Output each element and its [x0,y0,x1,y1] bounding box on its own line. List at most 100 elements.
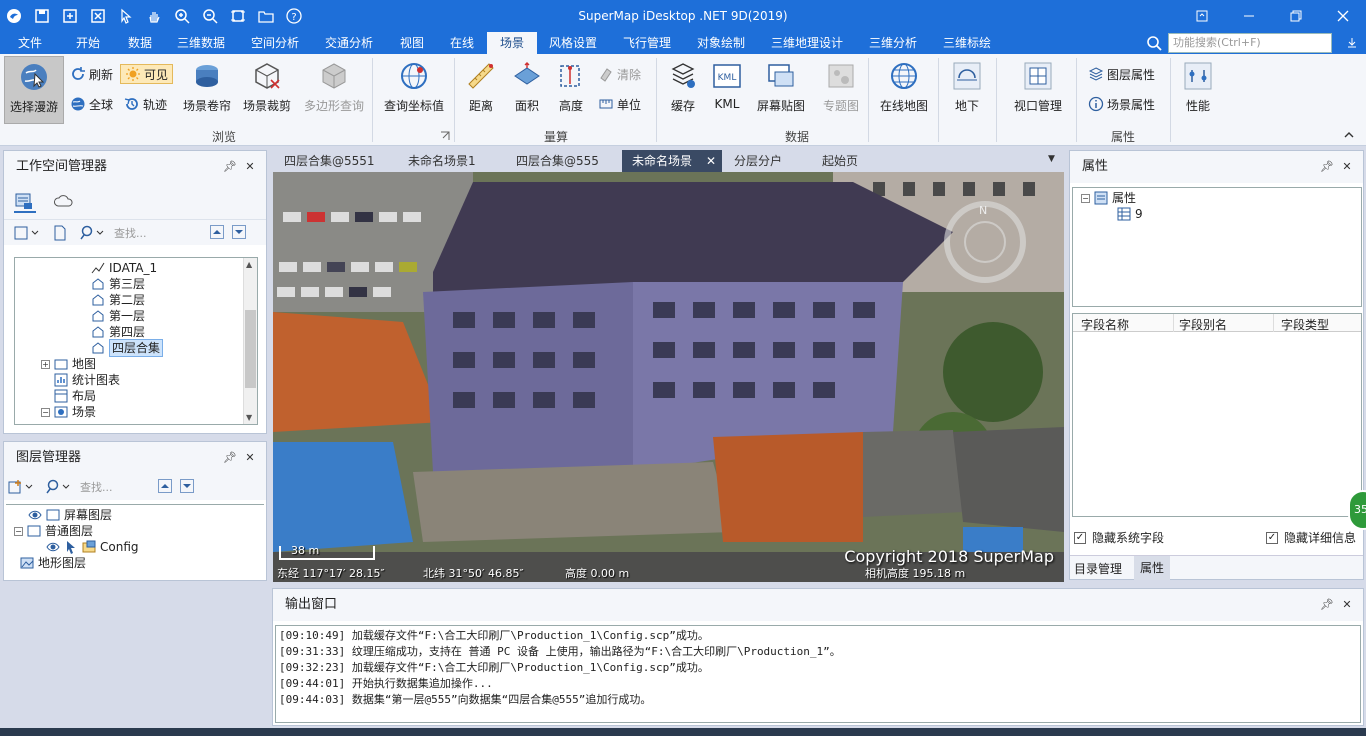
scroll-up-icon[interactable]: ▲ [246,260,252,269]
query-coordinate-button[interactable]: 查询坐标值 [380,60,448,114]
pan-hand-icon[interactable] [140,0,168,32]
layer-search-input[interactable]: 查找... [80,479,113,495]
zoom-out-icon[interactable] [196,0,224,32]
tree-item-floor1[interactable]: 第一层 [91,308,145,324]
close-icon[interactable]: ✕ [242,151,258,183]
tab-view[interactable]: 视图 [390,32,434,54]
checkbox-checked-icon[interactable]: ✓ [1266,531,1278,544]
underground-button[interactable]: 地下 [944,60,990,114]
tab-file[interactable]: 文件 [8,32,52,54]
visible-toggle[interactable]: 可见 [120,64,174,84]
collapse-icon[interactable]: − [14,526,23,536]
tree-item-four-floors-merged[interactable]: 四层合集 [91,339,164,357]
app-logo-icon[interactable] [0,0,28,32]
tree-item-layouts[interactable]: 布局 [54,388,96,404]
track-button[interactable]: 轨迹 [124,94,167,114]
open-file-icon[interactable] [52,225,68,241]
compass-north-icon[interactable]: N [979,204,987,217]
scrollbar-thumb[interactable] [245,310,256,388]
workspace-tree-icon[interactable] [14,191,36,213]
tab-start[interactable]: 开始 [66,32,110,54]
pin-icon[interactable]: 📌︎ [222,151,238,183]
tree-item-scenes[interactable]: − 场景 [41,404,96,420]
tab-list-dropdown-icon[interactable]: ▼ [1048,154,1055,164]
move-up-icon[interactable] [158,479,172,493]
measure-area-button[interactable]: 面积 [506,60,548,114]
tree-item-charts[interactable]: 统计图表 [54,372,120,388]
tab-style-settings[interactable]: 风格设置 [542,32,604,54]
tab-data[interactable]: 数据 [118,32,162,54]
unit-button[interactable]: 单位 [598,94,641,114]
tab-object-drawing[interactable]: 对象绘制 [690,32,752,54]
refresh-button[interactable]: 刷新 [70,64,113,84]
pin-icon[interactable]: 📌︎ [222,442,238,474]
scene-clip-button[interactable]: 场景裁剪 [238,60,296,114]
close-icon[interactable]: ✕ [242,442,258,474]
column-field-name[interactable]: 字段名称 [1081,316,1129,333]
measure-height-button[interactable]: 高度 [552,60,590,114]
close-tab-icon[interactable]: ✕ [706,150,716,172]
tab-catalog-management[interactable]: 目录管理 [1074,560,1122,577]
help-icon[interactable]: ? [280,0,308,32]
move-down-icon[interactable] [180,479,194,493]
selectable-pointer-icon[interactable] [64,540,78,554]
checkbox-checked-icon[interactable]: ✓ [1074,531,1086,544]
close-icon[interactable]: ✕ [1339,151,1355,183]
clear-measure-button[interactable]: 清除 [598,64,641,84]
tree-item-maps[interactable]: + 地图 [41,356,96,372]
viewport-manage-button[interactable]: 视口管理 [1006,60,1070,114]
doc-tab-layered-households[interactable]: 分层分户 [724,150,792,172]
eye-icon[interactable] [28,508,42,522]
screen-tile-button[interactable]: 屏幕贴图 [752,60,810,114]
scene-3d-view[interactable] [273,172,1064,582]
scene-properties-button[interactable]: 场景属性 [1088,94,1155,114]
layer-properties-button[interactable]: 图层属性 [1088,64,1155,84]
floating-badge[interactable]: 35 [1348,490,1366,530]
pin-icon[interactable]: 📌︎ [1319,151,1335,183]
doc-tab-four-floors-5551[interactable]: 四层合集@5551 [274,150,385,172]
tab-3d-geo-design[interactable]: 三维地理设计 [764,32,850,54]
tab-properties[interactable]: 属性 [1134,556,1171,580]
restore-ribbon-icon[interactable] [1178,0,1225,32]
layer-item-config[interactable]: Config [46,539,139,555]
close-icon[interactable] [1319,0,1366,32]
move-up-icon[interactable] [210,225,224,239]
workspace-search-input[interactable]: 查找... [114,225,147,241]
doc-tab-unnamed-scene1[interactable]: 未命名场景1 [398,150,486,172]
hide-system-fields-checkbox[interactable]: ✓ 隐藏系统字段 [1074,529,1164,546]
search-dropdown-icon[interactable] [46,479,72,495]
tab-traffic-analysis[interactable]: 交通分析 [318,32,380,54]
close-icon[interactable]: ✕ [1339,589,1355,621]
expand-icon[interactable]: + [41,359,50,369]
layer-item-screen[interactable]: 屏幕图层 [28,507,112,523]
tab-3d-analysis[interactable]: 三维分析 [862,32,924,54]
workspace-tree-scrollbar[interactable]: ▲ ▼ [243,258,257,424]
column-field-type[interactable]: 字段类型 [1281,316,1329,333]
scene-roll-button[interactable]: 场景卷帘 [178,60,236,114]
online-map-button[interactable]: 在线地图 [874,60,934,114]
tree-item-floor3[interactable]: 第三层 [91,276,145,292]
select-roam-button[interactable]: 选择漫游 [4,56,64,124]
tree-item-idata1[interactable]: IDATA_1 [91,260,157,276]
tree-item-floor2[interactable]: 第二层 [91,292,145,308]
pointer-icon[interactable] [112,0,140,32]
eye-icon[interactable] [46,540,60,554]
full-extent-button[interactable]: 全球 [70,94,113,114]
performance-button[interactable]: 性能 [1178,60,1218,114]
kml-button[interactable]: KML KML [708,60,746,111]
maximize-icon[interactable] [1272,0,1319,32]
measure-distance-button[interactable]: 距离 [460,60,502,114]
hide-detail-checkbox[interactable]: ✓ 隐藏详细信息 [1266,529,1356,546]
zoom-in-icon[interactable] [168,0,196,32]
doc-tab-start-page[interactable]: 起始页 [812,150,868,172]
tab-spatial-analysis[interactable]: 空间分析 [244,32,306,54]
properties-tree-child[interactable]: 9 [1117,206,1143,222]
search-dropdown-icon[interactable] [80,225,106,241]
doc-tab-four-floors-555[interactable]: 四层合集@555 [506,150,609,172]
collapse-icon[interactable]: − [1081,193,1090,203]
cache-button[interactable]: 缓存 [662,60,704,114]
save-icon[interactable] [28,0,56,32]
polygon-query-button[interactable]: 多边形查询 [300,60,368,114]
add-layer-icon[interactable] [8,479,34,495]
tab-online[interactable]: 在线 [440,32,484,54]
